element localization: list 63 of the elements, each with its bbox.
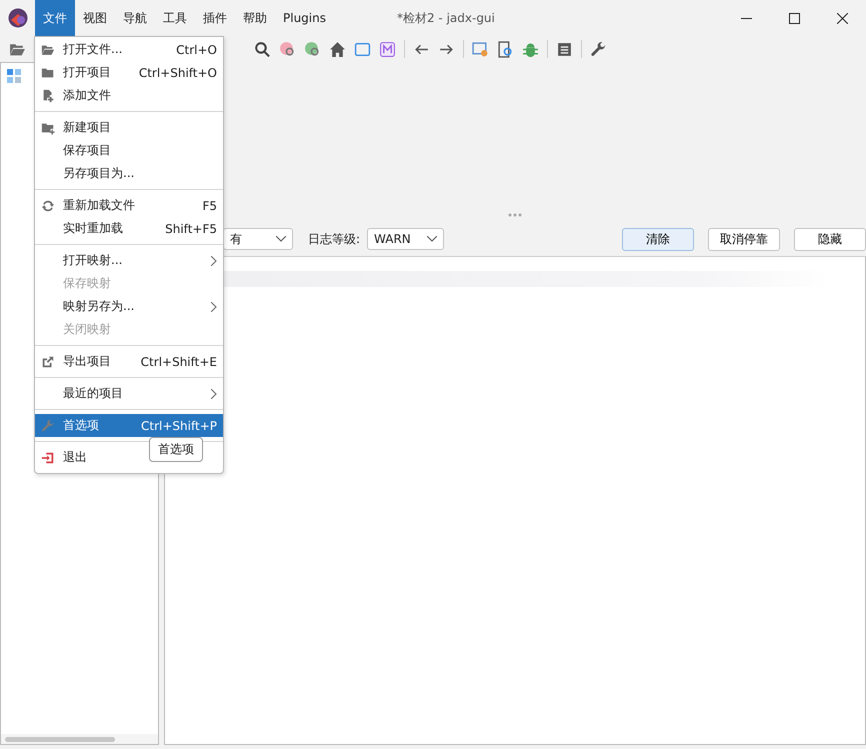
menu-item-label[interactable]: 映射另存为... [63,299,134,313]
maximize-icon[interactable] [788,12,800,24]
filter-dropdown[interactable]: 有 [223,228,293,250]
wrench-icon [41,418,55,432]
shortcut-label: Ctrl+Shift+O [138,66,217,80]
shortcut-label: Ctrl+O [176,42,217,56]
window-title: *检材2 - jadx-gui [396,10,495,26]
menu-item-label[interactable]: 退出 [63,450,87,464]
menu-bar-item[interactable]: 插件 [195,0,235,36]
log-level-dropdown[interactable]: WARN [367,228,444,250]
log-icon[interactable] [556,40,573,58]
bug-icon[interactable] [522,40,539,58]
export-icon [41,354,55,368]
shortcut-label: Ctrl+Shift+E [140,354,217,368]
menu-item-label[interactable]: 打开项目 [63,65,111,79]
log-panel-button[interactable]: 清除 [622,228,694,250]
tooltip: 首选项 [149,437,203,462]
menu-item-label[interactable]: 另存项目为... [63,166,134,180]
folder-open-icon [41,42,55,56]
menu-bar-item[interactable]: Plugins [275,0,334,36]
shortcut-label: Shift+F5 [165,222,217,236]
log-level-label: 日志等级: [308,230,360,248]
menu-item-label[interactable]: 重新加载文件 [63,198,135,212]
menu-bar-item[interactable]: 文件 [35,0,75,36]
window-icon[interactable] [354,40,371,58]
splitter-handle-icon[interactable] [508,213,522,217]
menu-item-label[interactable]: 打开文件... [63,42,122,56]
shortcut-label: Ctrl+Shift+P [141,418,217,432]
menu-bar-item[interactable]: 视图 [75,0,115,36]
menu-item-label[interactable]: 实时重加载 [63,221,123,235]
log-panel-button[interactable]: 隐藏 [794,228,866,250]
menu-item-label[interactable]: 保存项目 [63,143,111,157]
close-icon[interactable] [836,12,848,24]
search-class-icon[interactable] [279,40,296,58]
search-icon[interactable] [254,40,271,58]
menu-item[interactable]: 首选项 Ctrl+Shift+P [35,414,223,437]
add-file-icon [41,88,55,102]
menu-bar-item[interactable]: 帮助 [235,0,275,36]
menu-item-label[interactable]: 导出项目 [63,354,111,368]
menu-item-label[interactable]: 首选项 [63,418,99,432]
app-logo-icon [8,8,28,28]
exit-icon [41,450,55,464]
menu-item-label[interactable]: 最近的项目 [63,386,123,400]
menu-item-label[interactable]: 添加文件 [63,88,111,102]
reload-icon [41,198,55,212]
shortcut-label: F5 [202,198,217,212]
menu-item-label[interactable]: 新建项目 [63,120,111,134]
caret-icon [276,236,286,242]
m-box-icon[interactable] [379,40,396,58]
scrollbar-thumb[interactable] [5,736,115,742]
project-icon [7,68,21,82]
log-panel-button[interactable]: 取消停靠 [708,228,780,250]
document-search-icon[interactable] [497,40,514,58]
folder-plus-icon [41,120,55,134]
search-usage-icon[interactable] [304,40,321,58]
caret-icon [427,236,438,242]
deobfuscate-icon[interactable] [472,40,489,58]
folder-icon [41,66,55,80]
menu-bar-item[interactable]: 导航 [115,0,155,36]
menu-bar-item[interactable]: 工具 [155,0,195,36]
home-icon[interactable] [329,40,346,58]
wrench-icon[interactable] [590,40,607,58]
menu-item-label[interactable]: 打开映射... [63,253,122,267]
